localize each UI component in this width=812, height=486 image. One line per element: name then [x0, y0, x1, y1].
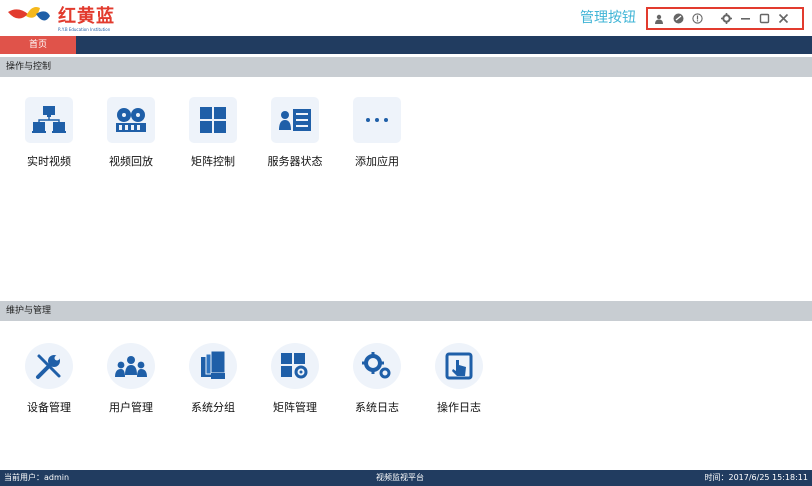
tile-matrix-control[interactable]: 矩阵控制: [178, 97, 248, 187]
section-header-operation: 操作与控制: [0, 57, 812, 77]
maximize-icon[interactable]: [757, 12, 771, 26]
tile-user-management[interactable]: 用户管理: [96, 343, 166, 433]
current-time: 时间：2017/6/25 15:18:11: [704, 473, 809, 482]
tile-label: 操作日志: [437, 401, 481, 414]
tile-label: 视频回放: [109, 155, 153, 168]
tile-device-management[interactable]: 设备管理: [14, 343, 84, 433]
matrix-settings-icon: [271, 343, 319, 389]
touch-log-icon: [435, 343, 483, 389]
tile-label: 系统分组: [191, 401, 235, 414]
more-dots-icon: [353, 97, 401, 143]
tile-matrix-management[interactable]: 矩阵管理: [260, 343, 330, 433]
minimize-icon[interactable]: [738, 12, 752, 26]
app-logo: 红黄蓝 R.Y.B Education Institution: [6, 4, 116, 34]
title-bar: 红黄蓝 R.Y.B Education Institution 管理按钮: [0, 0, 812, 36]
tile-label: 矩阵管理: [273, 401, 317, 414]
platform-name: 视频监视平台: [376, 473, 424, 482]
documents-icon: [189, 343, 237, 389]
tab-strip: 首页: [0, 36, 812, 54]
matrix-grid-icon: [189, 97, 237, 143]
film-reel-icon: [107, 97, 155, 143]
tile-system-log[interactable]: 系统日志: [342, 343, 412, 433]
users-icon: [107, 343, 155, 389]
tile-label: 矩阵控制: [191, 155, 235, 168]
logo-mark-icon: [8, 7, 50, 21]
logo-name: 红黄蓝: [58, 6, 115, 27]
tile-operation-log[interactable]: 操作日志: [424, 343, 494, 433]
tile-label: 实时视频: [27, 155, 71, 168]
tools-icon: [25, 343, 73, 389]
tile-label: 系统日志: [355, 401, 399, 414]
tile-system-group[interactable]: 系统分组: [178, 343, 248, 433]
settings-icon[interactable]: [719, 12, 733, 26]
skin-icon[interactable]: [671, 12, 685, 26]
info-icon[interactable]: [690, 12, 704, 26]
tile-server-status[interactable]: 服务器状态: [260, 97, 330, 187]
tile-add-app[interactable]: 添加应用: [342, 97, 412, 187]
section-header-maintenance: 维护与管理: [0, 301, 812, 321]
current-user: 当前用户：admin: [4, 473, 70, 482]
window-controls: [646, 7, 804, 30]
management-label: 管理按钮: [580, 10, 636, 26]
close-icon[interactable]: [776, 12, 790, 26]
tile-label: 用户管理: [109, 401, 153, 414]
tile-label: 添加应用: [355, 155, 399, 168]
status-bar: 当前用户：admin 视频监视平台 时间：2017/6/25 15:18:11: [0, 470, 812, 486]
gears-icon: [353, 343, 401, 389]
logo-subtitle: R.Y.B Education Institution: [58, 27, 111, 32]
server-status-icon: [271, 97, 319, 143]
tile-label: 设备管理: [27, 401, 71, 414]
user-icon[interactable]: [652, 12, 666, 26]
tile-live-video[interactable]: 实时视频: [14, 97, 84, 187]
tile-label: 服务器状态: [267, 155, 323, 168]
tab-home[interactable]: 首页: [0, 36, 76, 54]
monitor-network-icon: [25, 97, 73, 143]
tile-video-playback[interactable]: 视频回放: [96, 97, 166, 187]
